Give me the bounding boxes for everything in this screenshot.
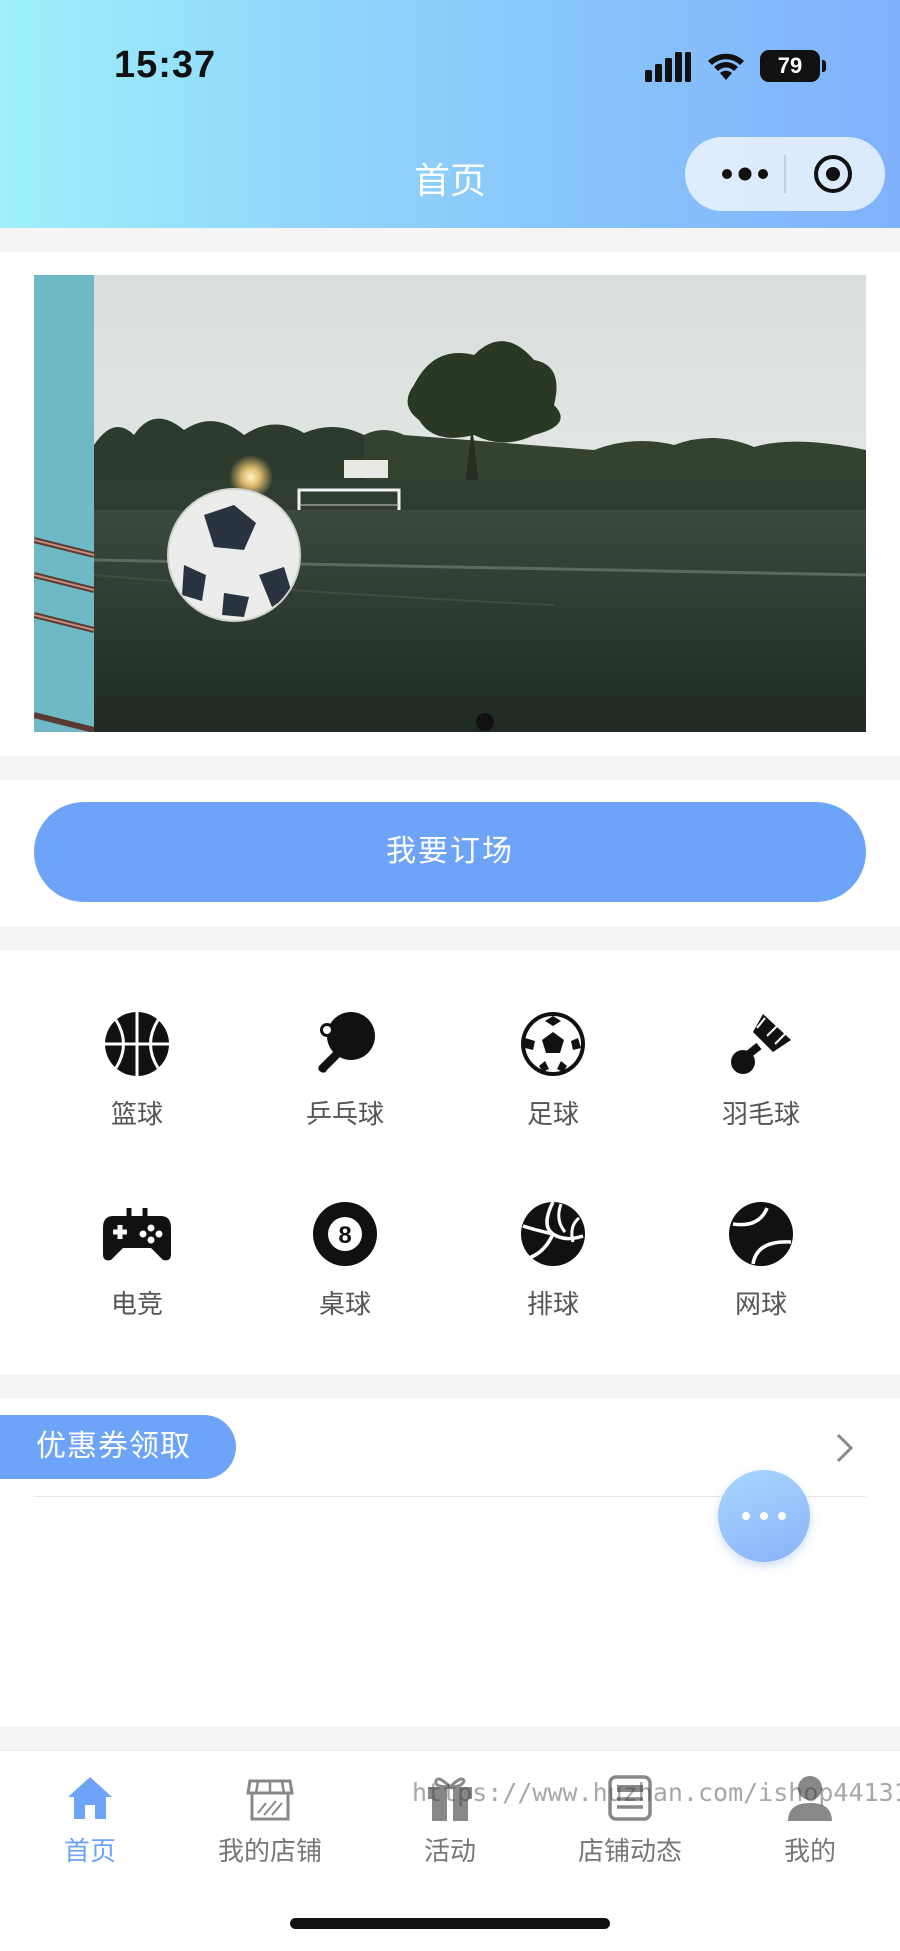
category-grid: 篮球 乒乓球 足球 羽毛球 电竞 8 桌球 排球 网球: [0, 950, 900, 1374]
badminton-shuttlecock-icon: [731, 1014, 791, 1074]
tab-label: 我的: [783, 1837, 836, 1867]
billiard-8-ball-icon: 8: [313, 1202, 377, 1266]
book-venue-button[interactable]: 我要订场: [34, 802, 866, 902]
category-basketball[interactable]: 篮球: [33, 1006, 241, 1131]
category-badminton[interactable]: 羽毛球: [657, 1006, 865, 1131]
soccer-field-photo: [34, 275, 866, 732]
category-soccer[interactable]: 足球: [449, 1006, 657, 1131]
wifi-icon: [708, 53, 744, 80]
coupon-section: 优惠券领取: [0, 1398, 900, 1726]
cellular-signal-icon: [645, 52, 691, 82]
category-label: 乒乓球: [305, 1100, 384, 1130]
category-label: 电竞: [110, 1290, 163, 1320]
close-miniprogram-icon[interactable]: [811, 152, 855, 196]
store-icon: [246, 1779, 294, 1821]
category-tennis[interactable]: 网球: [657, 1196, 865, 1321]
home-indicator[interactable]: [290, 1918, 610, 1929]
carousel-indicator-dot[interactable]: [476, 713, 494, 731]
volleyball-icon: [521, 1201, 585, 1266]
battery-tip: [822, 60, 826, 72]
tab-home[interactable]: 首页: [0, 1773, 180, 1868]
gamepad-icon: [103, 1208, 171, 1261]
category-billiards[interactable]: 8 桌球: [241, 1196, 449, 1321]
floating-more-button[interactable]: [718, 1470, 810, 1562]
category-label: 羽毛球: [721, 1100, 800, 1130]
chevron-right-icon[interactable]: [834, 1432, 856, 1464]
status-time: 15:37: [114, 44, 217, 86]
category-label: 足球: [526, 1100, 579, 1130]
watermark-text: https://www.huzhan.com/ishop44131: [412, 1778, 900, 1807]
tab-label: 店铺动态: [577, 1837, 682, 1867]
soccer-ball-icon: [521, 1012, 585, 1076]
tab-my-store[interactable]: 我的店铺: [180, 1773, 360, 1868]
more-options-icon[interactable]: [715, 155, 775, 193]
category-volleyball[interactable]: 排球: [449, 1196, 657, 1321]
tennis-ball-icon: [729, 1202, 793, 1266]
category-label: 篮球: [110, 1100, 163, 1130]
basketball-icon: [105, 1012, 169, 1076]
svg-text:8: 8: [338, 1222, 351, 1249]
category-label: 排球: [526, 1290, 579, 1320]
category-ping-pong[interactable]: 乒乓球: [241, 1006, 449, 1131]
book-section: 我要订场: [0, 780, 900, 926]
tab-label: 首页: [63, 1837, 116, 1867]
category-label: 网球: [734, 1290, 787, 1320]
header-bar: 15:37 79 首页: [0, 0, 900, 228]
home-icon: [68, 1777, 112, 1819]
category-label: 桌球: [318, 1290, 371, 1320]
coupon-claim-button[interactable]: 优惠券领取: [0, 1415, 236, 1479]
mini-program-capsule: [685, 137, 885, 211]
banner-section: [0, 252, 900, 756]
ping-pong-icon: [318, 1012, 375, 1073]
more-dots-icon: [742, 1512, 786, 1520]
tab-label: 我的店铺: [217, 1837, 322, 1867]
tab-label: 活动: [423, 1837, 476, 1867]
banner-carousel[interactable]: [34, 275, 866, 732]
capsule-divider: [784, 155, 786, 193]
battery-indicator: 79: [760, 50, 820, 82]
category-esports[interactable]: 电竞: [33, 1196, 241, 1321]
